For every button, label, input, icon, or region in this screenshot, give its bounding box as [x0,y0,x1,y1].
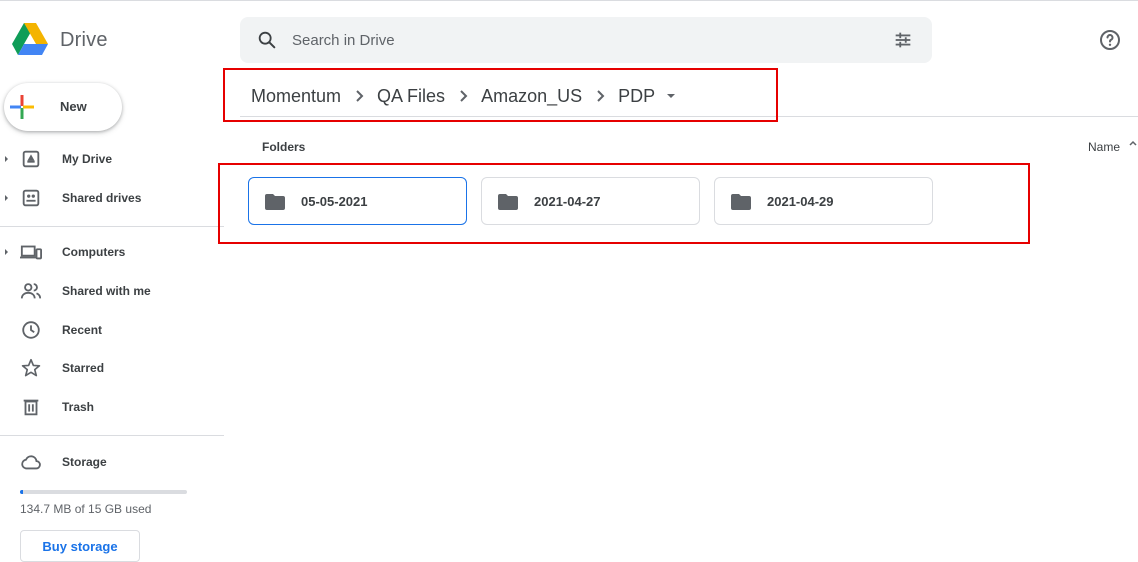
app-title[interactable]: Drive [60,29,108,52]
breadcrumb-highlight-box [223,68,778,122]
sidebar-item-label: Recent [62,323,103,337]
plus-icon [10,95,34,119]
recent-icon [22,321,40,339]
storage-usage-fill [20,490,24,494]
sidebar-item-label: Shared with me [62,284,151,298]
sidebar-item-label: Trash [62,400,95,414]
help-icon[interactable] [1098,28,1122,52]
starred-icon [21,358,41,377]
sidebar-item-starred[interactable]: Starred [0,349,224,387]
buy-storage-button[interactable]: Buy storage [20,530,140,562]
search-options-icon[interactable] [892,29,914,51]
sidebar-item-label: Shared drives [62,191,142,205]
shared-drives-icon [22,189,40,207]
search-bar[interactable] [240,17,932,63]
top-bar: Drive [0,0,1138,72]
folders-section-title: Folders [262,140,306,154]
sidebar-divider [0,435,224,436]
sidebar-item-my-drive[interactable]: My Drive [0,140,224,178]
storage-icon [21,455,41,470]
new-button-label: New [60,99,87,114]
sidebar-item-trash[interactable]: Trash [0,388,224,426]
sidebar-item-label: Computers [62,245,126,259]
trash-icon [23,399,39,416]
sidebar-item-recent[interactable]: Recent [0,311,224,349]
sidebar-item-storage[interactable]: Storage [0,443,224,481]
sidebar-divider [0,226,224,227]
sidebar-item-label: Starred [62,361,105,375]
storage-usage-text: 134.7 MB of 15 GB used [20,502,152,516]
sidebar-item-shared-drives[interactable]: Shared drives [0,179,224,217]
new-button[interactable]: New [4,83,122,131]
search-icon[interactable] [256,29,278,51]
search-input[interactable] [292,17,852,63]
folders-highlight-box [218,163,1030,244]
sidebar-item-shared-with-me[interactable]: Shared with me [0,272,224,310]
expand-caret-icon[interactable] [5,156,8,162]
sidebar-item-label: Storage [62,455,107,469]
expand-caret-icon[interactable] [5,249,8,255]
my-drive-icon [22,150,40,168]
drive-logo-icon[interactable] [12,23,48,55]
sort-by-name-button[interactable]: Name [1088,140,1120,154]
sidebar-item-computers[interactable]: Computers [0,233,224,271]
sidebar-item-label: My Drive [62,152,113,166]
expand-caret-icon[interactable] [5,195,8,201]
shared-with-me-icon [20,283,42,299]
sort-arrow-icon[interactable] [1128,140,1138,152]
computers-icon [20,245,42,260]
storage-usage-bar [20,490,187,494]
